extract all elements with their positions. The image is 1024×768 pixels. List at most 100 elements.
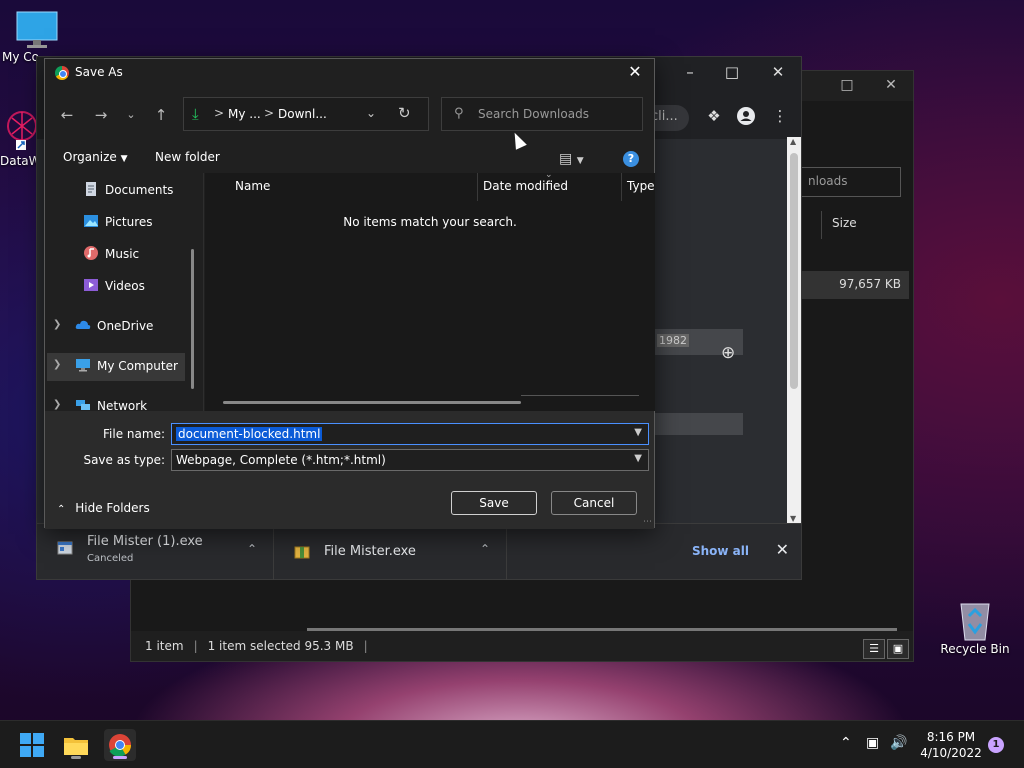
desktop-icon-recycle-bin[interactable]: Recycle Bin bbox=[940, 598, 1010, 656]
downloads-arrow-icon: ⤓ bbox=[192, 105, 199, 123]
zoom-in-icon[interactable]: ⊕ bbox=[721, 343, 735, 363]
chrome-vertical-scrollbar[interactable]: ▲ ▼ bbox=[787, 137, 801, 523]
network-monitor-icon[interactable]: ▣ bbox=[866, 735, 879, 751]
file-name-field[interactable]: document-blocked.html ▼ bbox=[171, 423, 649, 445]
maximize-icon[interactable]: □ bbox=[719, 63, 745, 87]
omnibox[interactable]: cli... bbox=[649, 105, 689, 131]
column-header-date-modified[interactable]: Date modified bbox=[483, 179, 568, 193]
search-box[interactable]: ⚲ bbox=[441, 97, 643, 131]
nav-item-label: Documents bbox=[105, 183, 174, 197]
documents-icon bbox=[86, 182, 96, 196]
start-button[interactable] bbox=[16, 729, 48, 761]
pane-divider[interactable] bbox=[203, 173, 204, 411]
scroll-down-icon[interactable]: ▼ bbox=[790, 514, 796, 523]
search-input[interactable] bbox=[478, 105, 634, 123]
view-options-icon[interactable]: ▤ ▼ bbox=[559, 151, 584, 167]
nav-item-label: OneDrive bbox=[97, 319, 154, 333]
save-as-type-label: Save as type: bbox=[83, 453, 165, 467]
nav-item-label: Network bbox=[97, 399, 148, 411]
taskbar-chrome[interactable] bbox=[104, 729, 136, 761]
chevron-right-icon[interactable]: ❯ bbox=[53, 319, 61, 330]
notification-badge[interactable]: 1 bbox=[988, 737, 1004, 753]
dialog-title: Save As bbox=[75, 65, 123, 79]
nav-item-videos[interactable]: Videos bbox=[83, 273, 203, 301]
nav-item-my-computer[interactable]: ❯ My Computer bbox=[47, 353, 185, 381]
scroll-up-icon[interactable]: ▲ bbox=[790, 137, 796, 146]
help-icon[interactable]: ? bbox=[623, 151, 639, 167]
resize-grip-icon[interactable]: ⋯ bbox=[643, 517, 652, 527]
nav-item-documents[interactable]: Documents ⚲ bbox=[83, 177, 203, 205]
download-shelf: File Mister (1).exe Canceled ⌃ File Mist… bbox=[37, 523, 801, 580]
organize-button[interactable]: Organize ▼ bbox=[63, 150, 128, 164]
content-block bbox=[655, 413, 743, 435]
chevron-up-icon[interactable]: ⌃ bbox=[840, 735, 852, 751]
explorer-search-box[interactable]: nloads bbox=[799, 167, 901, 197]
menu-kebab-icon[interactable]: ⋮ bbox=[767, 107, 793, 131]
close-icon[interactable]: ✕ bbox=[881, 77, 901, 97]
nav-item-music[interactable]: Music bbox=[83, 241, 203, 269]
organize-label: Organize bbox=[63, 150, 117, 164]
dialog-titlebar[interactable]: Save As ✕ bbox=[45, 59, 654, 87]
chevron-down-icon[interactable]: ⌄ bbox=[366, 106, 376, 120]
network-icon bbox=[76, 400, 90, 410]
close-icon[interactable]: ✕ bbox=[776, 540, 789, 559]
maximize-icon[interactable]: □ bbox=[837, 77, 857, 97]
back-arrow-icon[interactable]: ← bbox=[55, 103, 79, 127]
tiles-view-icon[interactable]: ▣ bbox=[887, 639, 909, 659]
taskbar-file-explorer[interactable] bbox=[60, 729, 92, 761]
breadcrumb-item[interactable]: Downl... bbox=[278, 107, 327, 121]
column-header-label: Size bbox=[832, 216, 857, 230]
extensions-icon[interactable]: ❖ bbox=[701, 107, 727, 131]
explorer-status-bar: 1 item | 1 item selected 95.3 MB | bbox=[131, 631, 913, 661]
close-icon[interactable]: ✕ bbox=[765, 63, 791, 87]
details-view-icon[interactable]: ☰ bbox=[863, 639, 885, 659]
nav-item-pictures[interactable]: Pictures ⚲ bbox=[83, 209, 203, 237]
address-bar[interactable]: ⤓ > My ... > Downl... ⌄ ↻ bbox=[183, 97, 429, 131]
column-header-type[interactable]: Type bbox=[627, 179, 655, 193]
close-icon[interactable]: ✕ bbox=[624, 62, 646, 84]
save-button[interactable]: Save bbox=[451, 491, 537, 515]
nav-item-network[interactable]: ❯ Network bbox=[53, 393, 203, 411]
breadcrumb-separator: > bbox=[214, 106, 225, 120]
download-item[interactable]: File Mister (1).exe Canceled ⌃ bbox=[37, 523, 274, 580]
chevron-down-icon[interactable]: ▼ bbox=[634, 453, 642, 464]
cancel-button[interactable]: Cancel bbox=[551, 491, 637, 515]
recent-locations-chevron-icon[interactable]: ⌄ bbox=[119, 103, 143, 127]
chevron-up-icon[interactable]: ⌃ bbox=[480, 542, 490, 556]
navigation-scrollbar[interactable] bbox=[191, 249, 194, 389]
chevron-down-icon[interactable]: ▼ bbox=[634, 427, 642, 438]
app-shortcut-icon bbox=[7, 111, 37, 150]
up-arrow-icon[interactable]: ↑ bbox=[149, 103, 173, 127]
file-name-value[interactable]: document-blocked.html bbox=[176, 427, 323, 441]
file-row-size[interactable]: 97,657 KB bbox=[799, 271, 909, 299]
show-all-link[interactable]: Show all bbox=[692, 544, 749, 558]
chrome-logo-icon bbox=[55, 66, 69, 80]
column-separator[interactable] bbox=[477, 173, 478, 201]
volume-icon[interactable]: 🔊 bbox=[890, 735, 907, 751]
taskbar-clock[interactable]: 8:16 PM 4/10/2022 bbox=[916, 729, 986, 761]
scrollbar-thumb[interactable] bbox=[790, 153, 798, 389]
save-as-type-select[interactable]: Webpage, Complete (*.htm;*.html) ▼ bbox=[171, 449, 649, 471]
file-list-horizontal-scrollbar[interactable] bbox=[223, 401, 521, 404]
forward-arrow-icon[interactable]: → bbox=[89, 103, 113, 127]
download-item[interactable]: File Mister.exe ⌃ bbox=[274, 523, 507, 580]
column-header-name[interactable]: Name bbox=[235, 179, 270, 193]
file-list-pane[interactable]: Name ⌄ Date modified Type No items match… bbox=[205, 170, 655, 411]
taskbar: ⌃ ▣ 🔊 8:16 PM 4/10/2022 1 bbox=[0, 720, 1024, 768]
status-separator: | bbox=[363, 639, 368, 653]
breadcrumb-item[interactable]: My ... bbox=[228, 107, 261, 121]
profile-icon[interactable] bbox=[733, 107, 759, 131]
save-as-dialog[interactable]: Save As ✕ ← → ⌄ ↑ ⤓ > My ... > Downl... … bbox=[44, 58, 655, 529]
new-folder-button[interactable]: New folder bbox=[155, 150, 220, 164]
refresh-icon[interactable]: ↻ bbox=[398, 104, 411, 122]
column-header-size[interactable]: Size bbox=[821, 211, 907, 239]
chevron-right-icon[interactable]: ❯ bbox=[53, 359, 61, 370]
chevron-up-icon[interactable]: ⌃ bbox=[247, 542, 257, 556]
minimize-icon[interactable]: – bbox=[677, 63, 703, 87]
chevron-down-icon: ▼ bbox=[576, 156, 584, 166]
column-separator[interactable] bbox=[621, 173, 622, 201]
chevron-right-icon[interactable]: ❯ bbox=[53, 399, 61, 410]
hide-folders-button[interactable]: ⌃ Hide Folders bbox=[57, 501, 150, 515]
nav-item-onedrive[interactable]: ❯ OneDrive bbox=[53, 313, 203, 341]
hide-folders-label: Hide Folders bbox=[75, 501, 150, 515]
